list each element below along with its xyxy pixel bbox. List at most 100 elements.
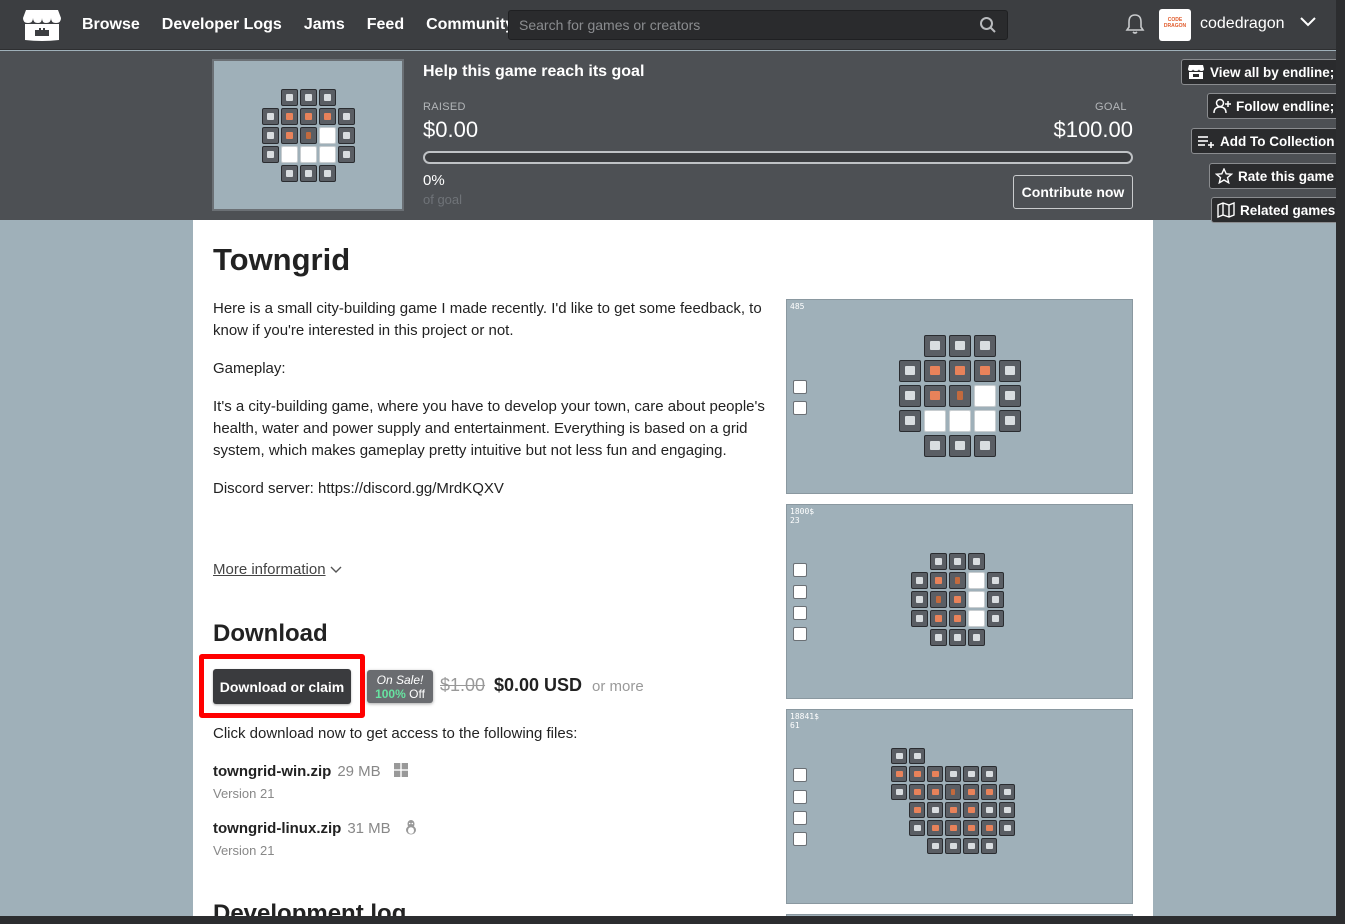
grid-tile bbox=[945, 784, 961, 800]
grid-tile bbox=[974, 435, 996, 457]
game-thumbnail[interactable] bbox=[212, 59, 404, 211]
hud-icon bbox=[793, 563, 807, 577]
hud-icon bbox=[793, 768, 807, 782]
file-name: towngrid-linux.zip bbox=[213, 820, 342, 837]
grid-tile bbox=[945, 838, 961, 854]
contribute-button[interactable]: Contribute now bbox=[1013, 175, 1133, 209]
goal-label: GOAL bbox=[1095, 101, 1127, 113]
grid-tile bbox=[909, 784, 925, 800]
discord-line: Discord server: https://discord.gg/MrdKQ… bbox=[213, 478, 768, 500]
grid-tile bbox=[927, 820, 943, 836]
username[interactable]: codedragon bbox=[1200, 15, 1285, 33]
hud-value: 18841$ bbox=[790, 712, 819, 721]
file-size: 31 MB bbox=[347, 820, 391, 837]
game-description: Here is a small city-building game I mad… bbox=[213, 298, 768, 516]
original-price: $1.00 bbox=[440, 675, 486, 695]
grid-tile bbox=[945, 802, 961, 818]
screenshot-3[interactable]: 18841$ 61 bbox=[786, 709, 1133, 904]
grid-tile bbox=[338, 127, 355, 144]
grid-tile bbox=[968, 572, 985, 589]
follow-author-button[interactable]: Follow endline; bbox=[1207, 93, 1342, 119]
grid-tile bbox=[927, 766, 943, 782]
rate-game-button[interactable]: Rate this game bbox=[1209, 163, 1342, 189]
download-or-claim-button[interactable]: Download or claim bbox=[213, 669, 351, 704]
chevron-down-icon[interactable] bbox=[1300, 16, 1316, 28]
grid-tile bbox=[981, 802, 997, 818]
grid-tile bbox=[949, 385, 971, 407]
grid-tile bbox=[963, 838, 979, 854]
related-games-label: Related games bbox=[1240, 202, 1336, 218]
linux-icon bbox=[405, 820, 416, 835]
more-information-toggle[interactable]: More information bbox=[213, 561, 342, 578]
grid-tile bbox=[300, 89, 317, 106]
screenshot-hud: 18841$ 61 bbox=[790, 712, 819, 730]
grid-tile bbox=[987, 610, 1004, 627]
nav-community[interactable]: Community bbox=[426, 16, 514, 34]
nav-jams[interactable]: Jams bbox=[304, 16, 345, 34]
grid-tile bbox=[899, 360, 921, 382]
description-paragraph: Here is a small city-building game I mad… bbox=[213, 300, 762, 339]
file-item-linux: towngrid-linux.zip 31 MB bbox=[213, 819, 419, 837]
grid-tile bbox=[281, 165, 298, 182]
main-nav: Browse Developer Logs Jams Feed Communit… bbox=[82, 0, 536, 50]
hud-icon bbox=[793, 832, 807, 846]
file-size: 29 MB bbox=[337, 763, 381, 780]
chevron-down-icon bbox=[330, 561, 342, 578]
grid-tile bbox=[319, 89, 336, 106]
view-all-by-author-button[interactable]: View all by endline; bbox=[1181, 59, 1342, 85]
grid-tile bbox=[974, 410, 996, 432]
discord-link[interactable]: https://discord.gg/MrdKQXV bbox=[318, 480, 504, 497]
search-input[interactable] bbox=[509, 11, 969, 39]
more-information-label: More information bbox=[213, 561, 326, 578]
raised-label: RAISED bbox=[423, 101, 466, 113]
scrollbar-track[interactable] bbox=[1336, 0, 1345, 924]
description-paragraph: Gameplay: bbox=[213, 360, 286, 377]
itchio-logo-icon[interactable] bbox=[22, 8, 62, 42]
windows-icon bbox=[393, 763, 408, 777]
notification-bell-icon[interactable] bbox=[1125, 13, 1145, 35]
grid-tile bbox=[924, 385, 946, 407]
grid-tile bbox=[968, 591, 985, 608]
grid-tile bbox=[968, 553, 985, 570]
grid-tile bbox=[281, 146, 298, 163]
search-icon[interactable] bbox=[979, 16, 997, 34]
grid-tile bbox=[319, 146, 336, 163]
grid-tile bbox=[924, 435, 946, 457]
sale-label: On Sale! bbox=[376, 673, 424, 687]
screenshot-2[interactable]: 1800$ 23 bbox=[786, 504, 1133, 699]
add-user-icon bbox=[1213, 98, 1231, 114]
discord-label: Discord server: bbox=[213, 480, 319, 497]
add-to-collection-button[interactable]: Add To Collection bbox=[1191, 128, 1342, 154]
grid-tile bbox=[974, 385, 996, 407]
goal-percent: 0% bbox=[423, 172, 445, 189]
grid-tile bbox=[999, 410, 1021, 432]
goal-value: $100.00 bbox=[1053, 117, 1133, 142]
grid-tile bbox=[281, 108, 298, 125]
grid-tile bbox=[909, 820, 925, 836]
file-version: Version 21 bbox=[213, 843, 275, 858]
hud-icon bbox=[793, 606, 807, 620]
grid-tile bbox=[999, 385, 1021, 407]
grid-tile bbox=[338, 146, 355, 163]
grid-tile bbox=[974, 360, 996, 382]
grid-tile bbox=[968, 629, 985, 646]
screenshot-hud: 485 bbox=[790, 302, 804, 311]
raised-value: $0.00 bbox=[423, 117, 479, 142]
related-games-button[interactable]: Related games bbox=[1211, 197, 1343, 223]
grid-tile bbox=[300, 127, 317, 144]
grid-tile bbox=[949, 410, 971, 432]
nav-developer-logs[interactable]: Developer Logs bbox=[162, 16, 282, 34]
grid-tile bbox=[963, 784, 979, 800]
grid-tile bbox=[891, 784, 907, 800]
screenshot-1[interactable]: 485 bbox=[786, 299, 1133, 494]
sale-badge: On Sale! 100% Off bbox=[367, 670, 433, 703]
nav-browse[interactable]: Browse bbox=[82, 16, 140, 34]
hud-icon bbox=[793, 790, 807, 804]
file-version: Version 21 bbox=[213, 786, 275, 801]
grid-tile bbox=[891, 748, 907, 764]
file-name: towngrid-win.zip bbox=[213, 763, 332, 780]
avatar[interactable]: CODE DRAGON bbox=[1159, 9, 1191, 41]
grid-tile bbox=[930, 553, 947, 570]
nav-feed[interactable]: Feed bbox=[367, 16, 404, 34]
hud-icon bbox=[793, 627, 807, 641]
